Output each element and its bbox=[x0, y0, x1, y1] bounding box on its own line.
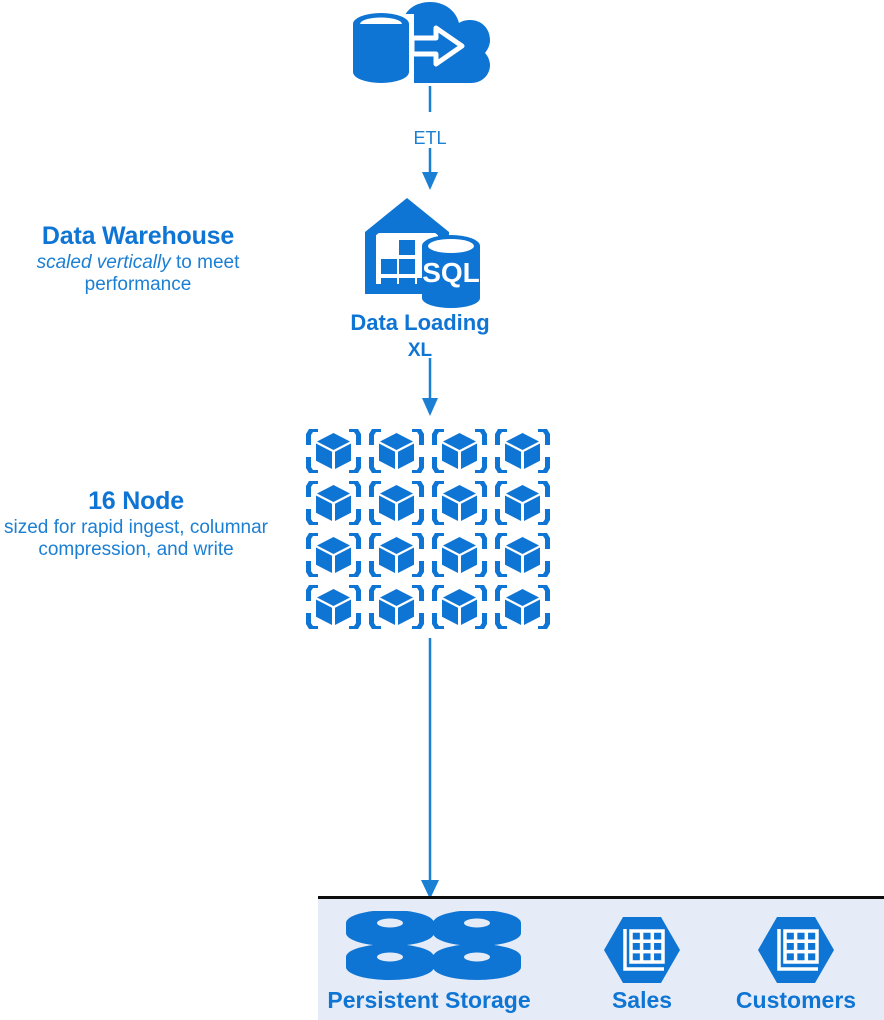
compute-node-cube-icon bbox=[491, 529, 554, 581]
compute-node-cube-icon bbox=[302, 477, 365, 529]
svg-text:SQL: SQL bbox=[422, 257, 480, 288]
compute-node-cube-icon bbox=[491, 477, 554, 529]
compute-node-cube-icon bbox=[491, 581, 554, 633]
data-loading-caption: Data Loading bbox=[350, 310, 490, 335]
compute-node-cube-icon bbox=[428, 529, 491, 581]
warehouse-annotation: Data Warehouse scaled vertically to meet… bbox=[0, 222, 288, 296]
etl-label: ETL bbox=[413, 128, 447, 148]
compute-node-cube-icon bbox=[428, 581, 491, 633]
diagram-canvas: ETL Data Warehouse scaled vertically to … bbox=[0, 0, 884, 1020]
compute-node-cube-icon bbox=[365, 529, 428, 581]
compute-node-cube-icon bbox=[302, 425, 365, 477]
compute-node-cube-icon bbox=[491, 425, 554, 477]
warehouse-annotation-rest: to meet bbox=[170, 251, 240, 273]
compute-node-cube-icon bbox=[302, 529, 365, 581]
cloud-database-migration-icon bbox=[352, 2, 490, 95]
disk-stack-icon bbox=[346, 910, 521, 988]
nodes-annotation: 16 Node sized for rapid ingest, columnar… bbox=[0, 487, 286, 561]
customers-label: Customers bbox=[735, 987, 857, 1013]
persistent-storage-panel: Persistent Storage Sales Customers bbox=[318, 896, 884, 1020]
compute-node-cube-icon bbox=[428, 425, 491, 477]
warehouse-annotation-line2: performance bbox=[84, 273, 192, 295]
warehouse-annotation-title: Data Warehouse bbox=[41, 222, 235, 250]
compute-node-cube-icon bbox=[365, 581, 428, 633]
loading-arrow bbox=[414, 358, 446, 423]
node-grid bbox=[302, 425, 554, 633]
sales-label: Sales bbox=[611, 987, 673, 1013]
persistent-storage-label: Persistent Storage bbox=[327, 987, 531, 1013]
storage-arrow bbox=[414, 638, 446, 905]
table-hexagon-icon-sales bbox=[604, 917, 680, 988]
compute-node-cube-icon bbox=[365, 477, 428, 529]
nodes-annotation-line1: sized for rapid ingest, columnar bbox=[3, 516, 268, 538]
compute-node-cube-icon bbox=[428, 477, 491, 529]
nodes-annotation-line2: compression, and write bbox=[38, 538, 234, 560]
warehouse-annotation-emphasis: scaled vertically bbox=[36, 251, 171, 273]
table-hexagon-icon-customers bbox=[758, 917, 834, 988]
data-warehouse-sql-icon: SQL bbox=[357, 196, 485, 313]
compute-node-cube-icon bbox=[365, 425, 428, 477]
compute-node-cube-icon bbox=[302, 581, 365, 633]
warehouse-annotation-line1: scaled vertically to meet bbox=[0, 252, 288, 274]
nodes-annotation-title: 16 Node bbox=[88, 487, 184, 515]
